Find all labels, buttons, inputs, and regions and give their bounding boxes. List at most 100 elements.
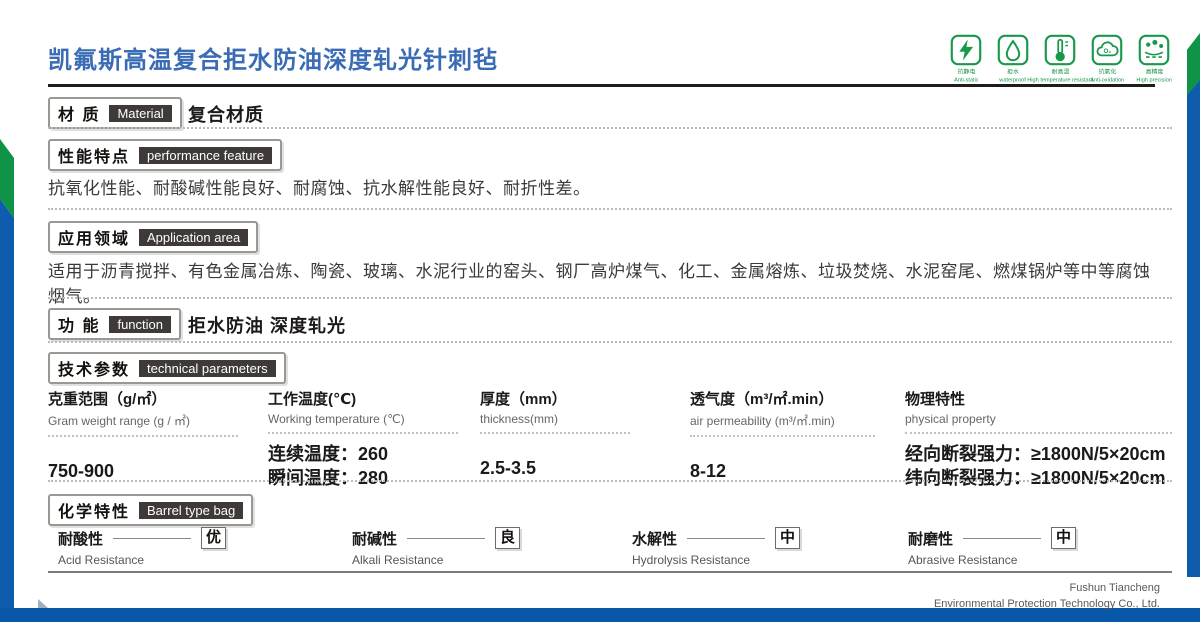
tech-header-en: physical property [905, 412, 1172, 426]
section-label-cn: 应用领域 [58, 225, 130, 249]
chem-grade-badge: 中 [775, 527, 800, 549]
badge-high-precision: 高精度 High precision [1136, 34, 1172, 84]
tech-header-divider [690, 435, 875, 437]
tech-col-working-temperature: 工作温度(℃) Working temperature (℃) 连续温度：260… [268, 388, 458, 491]
section-label-en: function [109, 316, 171, 333]
section-label-cn: 材 质 [58, 101, 100, 125]
tech-col-thickness: 厚度（mm） thickness(mm) 2.5-3.5 [480, 388, 630, 480]
chem-item-acid: 耐酸性 优 Acid Resistance [58, 527, 226, 567]
chem-grade-badge: 优 [201, 527, 226, 549]
company-name-line2: Environmental Protection Technology Co.,… [934, 597, 1160, 613]
tech-header-cn: 工作温度(℃) [268, 388, 458, 409]
section-label-chemical: 化学特性 Barrel type bag [48, 494, 253, 526]
product-datasheet: 凯氟斯高温复合拒水防油深度轧光针刺毡 抗静电 Anti-static 拒水 wa… [0, 0, 1200, 622]
chem-grade-badge: 中 [1051, 527, 1076, 549]
badge-anti-oxidation: O₂ 抗氧化 Anti-oxidation [1089, 34, 1125, 84]
tech-header-en: thickness(mm) [480, 412, 630, 426]
lightning-icon [950, 34, 982, 66]
feature-badges: 抗静电 Anti-static 拒水 waterproof 耐高温 High t… [948, 34, 1172, 84]
divider-dotted [48, 127, 1172, 129]
chem-name-en: Alkali Resistance [352, 553, 520, 567]
chem-item-hydrolysis: 水解性 中 Hydrolysis Resistance [632, 527, 800, 567]
company-name: Fushun Tiancheng Environmental Protectio… [934, 581, 1160, 613]
chem-name-en: Acid Resistance [58, 553, 226, 567]
tech-col-physical-property: 物理特性 physical property 经向断裂强力：≥1800N/5×2… [905, 388, 1172, 491]
tech-header-divider [268, 432, 458, 434]
badge-label-cn: 抗氧化 [1098, 68, 1116, 77]
tech-header-cn: 透气度（m³/㎡.min） [690, 388, 875, 409]
tech-value: 经向断裂强力：≥1800N/5×20cm [905, 442, 1172, 466]
badge-label-en: waterproof [1000, 78, 1026, 84]
tech-header-divider [480, 432, 630, 434]
chem-name: 水解性 [632, 528, 677, 549]
badge-anti-static: 抗静电 Anti-static [948, 34, 984, 84]
section-label-performance: 性能特点 performance feature [48, 139, 282, 171]
section-label-application: 应用领域 Application area [48, 221, 258, 253]
badge-label-en: High temperature resistant [1027, 78, 1093, 84]
tech-value: 连续温度：260 [268, 442, 458, 466]
material-value: 复合材质 [188, 101, 264, 127]
tech-col-gram-weight: 克重范围（g/㎡） Gram weight range (g / ㎡) 750-… [48, 388, 238, 483]
chem-name-en: Abrasive Resistance [908, 553, 1076, 567]
section-label-cn: 化学特性 [58, 498, 130, 522]
badge-label-cn: 耐高温 [1051, 68, 1069, 77]
left-edge-blue-stripe [0, 199, 14, 622]
tech-header-en: Gram weight range (g / ㎡) [48, 412, 238, 429]
tech-value: 瞬间温度：280 [268, 466, 458, 490]
chem-rule-line [687, 538, 765, 539]
company-name-line1: Fushun Tiancheng [934, 581, 1160, 597]
tech-header-en: air permeability (m³/㎡.min) [690, 412, 875, 429]
page-fold-notch [38, 599, 48, 608]
svg-text:O₂: O₂ [1103, 48, 1111, 55]
badge-label-cn: 拒水 [1007, 68, 1019, 77]
badge-label-en: Anti-oxidation [1090, 78, 1124, 84]
section-label-cn: 功 能 [58, 312, 100, 336]
page-title: 凯氟斯高温复合拒水防油深度轧光针刺毡 [48, 40, 498, 75]
chem-rule-line [963, 538, 1041, 539]
badge-label-en: Anti-static [954, 78, 979, 84]
chem-rule-line [407, 538, 485, 539]
section-label-en: performance feature [139, 147, 272, 164]
footer-divider [48, 571, 1172, 573]
chem-name-en: Hydrolysis Resistance [632, 553, 800, 567]
chem-name: 耐酸性 [58, 528, 103, 549]
section-label-technical: 技术参数 technical parameters [48, 352, 286, 384]
precision-dots-icon [1138, 34, 1170, 66]
tech-value: 纬向断裂强力：≥1800N/5×20cm [905, 466, 1172, 490]
cloud-o2-icon: O₂ [1091, 34, 1123, 66]
tech-header-divider [905, 432, 1172, 434]
tech-col-air-permeability: 透气度（m³/㎡.min） air permeability (m³/㎡.min… [690, 388, 875, 483]
section-label-cn: 技术参数 [58, 356, 130, 380]
chem-item-alkali: 耐碱性 良 Alkali Resistance [352, 527, 520, 567]
badge-high-temperature: 耐高温 High temperature resistant [1042, 34, 1078, 84]
section-label-en: Application area [139, 229, 248, 246]
badge-label-cn: 抗静电 [957, 68, 975, 77]
water-drop-icon [997, 34, 1029, 66]
badge-label-cn: 高精度 [1145, 68, 1163, 77]
tech-header-cn: 物理特性 [905, 388, 1172, 409]
section-label-en: Material [109, 105, 171, 122]
section-label-en: Barrel type bag [139, 502, 243, 519]
tech-header-cn: 克重范围（g/㎡） [48, 388, 238, 409]
function-value: 拒水防油 深度轧光 [188, 312, 346, 338]
divider-dotted [48, 341, 1172, 343]
tech-value: 2.5-3.5 [480, 456, 630, 480]
chem-item-abrasive: 耐磨性 中 Abrasive Resistance [908, 527, 1076, 567]
tech-header-en: Working temperature (℃) [268, 412, 458, 426]
tech-header-divider [48, 435, 238, 437]
divider-dotted [48, 480, 1172, 482]
title-underline [48, 84, 1155, 87]
badge-label-en: High precision [1136, 78, 1171, 84]
chem-rule-line [113, 538, 191, 539]
section-label-function: 功 能 function [48, 308, 181, 340]
application-text: 适用于沥青搅拌、有色金属冶炼、陶瓷、玻璃、水泥行业的窑头、钢厂高炉煤气、化工、金… [48, 257, 1158, 307]
badge-waterproof: 拒水 waterproof [995, 34, 1031, 84]
chem-name: 耐碱性 [352, 528, 397, 549]
chem-grade-badge: 良 [495, 527, 520, 549]
section-label-en: technical parameters [139, 360, 276, 377]
right-edge-blue-stripe [1187, 80, 1200, 577]
divider-dotted [48, 208, 1172, 210]
performance-text: 抗氧化性能、耐酸碱性能良好、耐腐蚀、抗水解性能良好、耐折性差。 [48, 174, 591, 199]
section-label-material: 材 质 Material [48, 97, 182, 129]
section-label-cn: 性能特点 [58, 143, 130, 167]
